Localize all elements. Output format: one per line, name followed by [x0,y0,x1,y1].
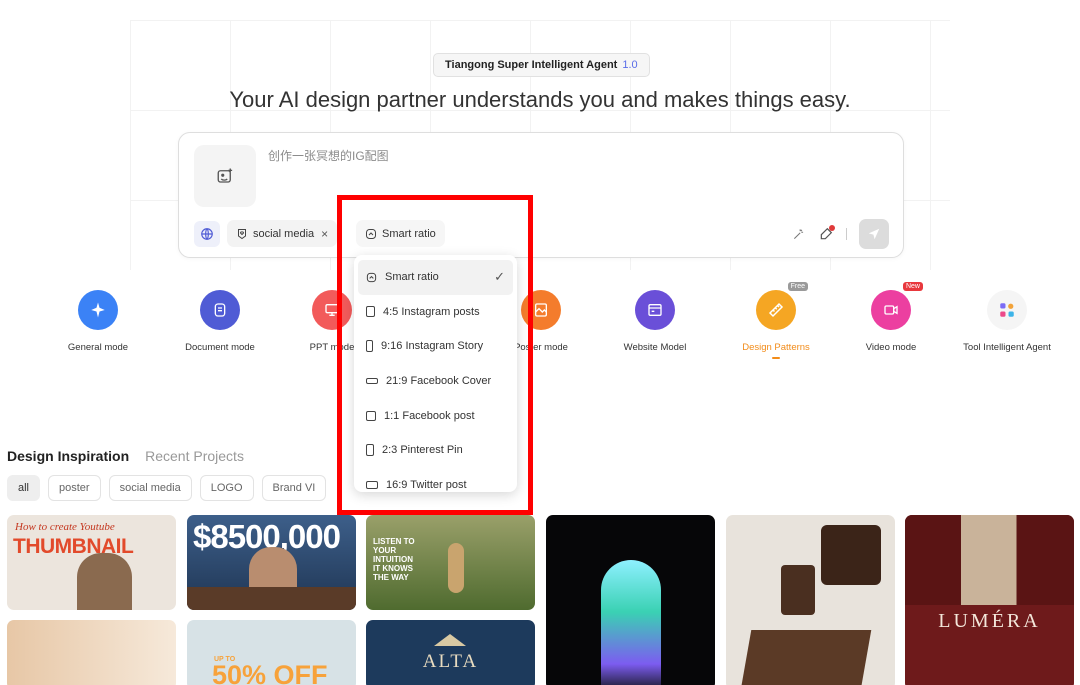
tab-recent-projects[interactable]: Recent Projects [145,448,244,464]
glowing-figure-image [601,560,661,685]
mode-website[interactable]: Website Model [595,290,715,354]
mode-label: General mode [67,342,129,353]
web-search-toggle[interactable] [194,221,220,247]
mode-label: Video mode [865,342,917,353]
agent-badge-title: Tiangong Super Intelligent Agent [445,59,618,71]
jewelry-grid-image [905,515,1074,605]
gallery-card-glowing-figure[interactable] [546,515,715,685]
table-items-image [187,587,356,610]
mode-document[interactable]: Document mode [160,290,280,354]
gallery-card-lumera[interactable]: LUMÉRA [905,515,1074,685]
ruler-icon [756,290,796,330]
upload-image-button[interactable] [194,145,256,207]
mode-design-patterns[interactable]: Free Design Patterns [716,282,836,359]
card-title: ALTA [422,651,479,672]
prompt-composer: 创作一张冥想的IG配图 social media × Smart ratio [178,132,904,258]
active-indicator [772,357,780,359]
agent-badge: Tiangong Super Intelligent Agent 1.0 [433,53,650,77]
gallery-card-alta[interactable]: ALTA [366,620,535,685]
mode-selector: General mode Document mode PPT mode Post… [0,282,1080,380]
gallery-card-intuition[interactable]: LISTEN TO YOUR INTUITION IT KNOWS THE WA… [366,515,535,610]
portrait-image [77,553,132,610]
composer-tools [792,219,889,249]
globe-icon [201,228,213,240]
divider [846,228,847,240]
gallery-card-money[interactable]: $8500,000 [187,515,356,610]
mode-tool-agent[interactable]: Tool Intelligent Agent [947,290,1067,354]
filter-brand-vi[interactable]: Brand VI [261,475,327,501]
mode-general[interactable]: General mode [38,290,158,354]
close-icon[interactable]: × [321,227,328,241]
highlight-box [337,195,533,515]
filter-poster[interactable]: poster [48,475,101,501]
card-caption: How to create Youtube [15,521,115,533]
social-media-chip-label: social media [253,227,315,240]
image-add-icon [217,168,233,183]
gallery-tabs: Design Inspiration Recent Projects [7,448,244,464]
card-title: LUMÉRA [938,610,1041,632]
new-tag: New [902,282,923,291]
brush-icon[interactable] [818,225,835,242]
document-icon [200,290,240,330]
cards-image [740,630,872,685]
page-headline: Your AI design partner understands you a… [229,87,851,112]
filter-all[interactable]: all [7,475,41,501]
gallery-card-sale[interactable]: UP TO 50% OFF [187,620,356,685]
gallery-card-room[interactable] [7,620,176,685]
mountain-logo-icon [434,634,466,646]
card-title: 50% OFF [212,660,328,685]
sparkle-icon [78,290,118,330]
filter-chips: all poster social media LOGO Brand VI [7,475,327,501]
send-button[interactable] [859,219,889,249]
gallery-card-youtube-thumbnail[interactable]: How to create Youtube THUMBNAIL [7,515,176,610]
notification-dot [829,225,835,231]
tools-icon [987,290,1027,330]
prompt-input[interactable]: 创作一张冥想的IG配图 [268,147,389,164]
filter-social-media[interactable]: social media [108,475,192,501]
website-icon [635,290,675,330]
gallery-card-cubic-packaging[interactable] [726,515,895,685]
agent-badge-version: 1.0 [622,59,638,71]
mode-label: Document mode [185,342,255,353]
heart-badge-icon [238,228,246,239]
video-icon [871,290,911,330]
filter-logo[interactable]: LOGO [199,475,254,501]
mode-label: Tool Intelligent Agent [963,342,1051,353]
mode-video[interactable]: New Video mode [831,282,951,354]
woman-image [448,543,464,593]
social-media-chip[interactable]: social media × [227,220,338,247]
box-image [821,525,881,585]
page: Tiangong Super Intelligent Agent 1.0 You… [0,0,1080,685]
cup-image [781,565,815,615]
mode-label: Design Patterns [742,342,810,353]
free-tag: Free [787,282,808,291]
card-title: LISTEN TO YOUR INTUITION IT KNOWS THE WA… [373,537,415,582]
mode-label: Website Model [623,342,687,353]
send-icon [868,228,880,240]
magic-wand-icon[interactable] [792,227,806,241]
tab-design-inspiration[interactable]: Design Inspiration [7,448,129,464]
